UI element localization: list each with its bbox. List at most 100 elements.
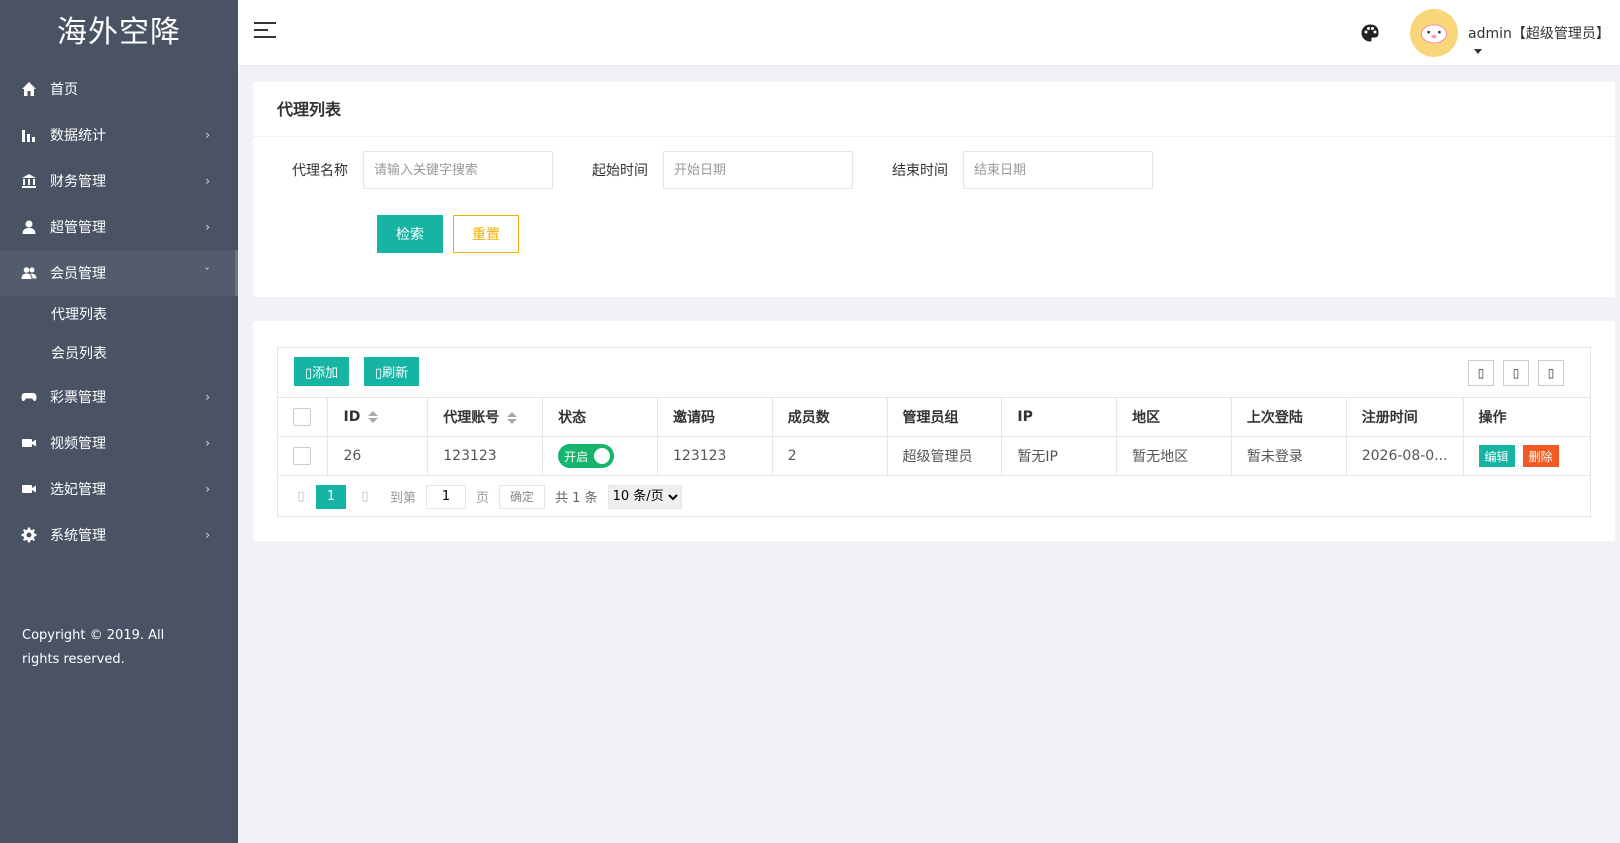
export-icon[interactable]: ▯ xyxy=(1503,360,1529,386)
cell-status: 开启 xyxy=(542,436,658,476)
sidebar-item-selection[interactable]: 选妃管理 › xyxy=(0,466,238,512)
sidebar-item-label: 数据统计 xyxy=(50,128,106,144)
cell-register-time: 2026-08-0... xyxy=(1346,436,1464,476)
sidebar-item-members[interactable]: 会员管理 ˇ xyxy=(0,250,238,296)
goto-confirm-button[interactable]: 确定 xyxy=(499,484,546,509)
user-name-label: admin【超级管理员】 xyxy=(1468,26,1610,42)
cell-actions: 编辑 删除 xyxy=(1463,436,1590,476)
column-header-invite-code: 邀请码 xyxy=(657,397,773,437)
cell-group: 超级管理员 xyxy=(887,436,1003,476)
search-button[interactable]: 检索 xyxy=(377,215,443,253)
row-checkbox[interactable] xyxy=(293,447,311,466)
sidebar-item-label: 首页 xyxy=(50,82,78,98)
start-date-input[interactable] xyxy=(663,151,853,189)
sidebar-item-lottery[interactable]: 彩票管理 › xyxy=(0,374,238,420)
user-menu[interactable]: admin【超级管理员】 xyxy=(1468,23,1620,59)
row-select-cell xyxy=(278,436,329,476)
form-field-start-date: 起始时间 xyxy=(553,151,853,189)
agent-name-input[interactable] xyxy=(363,151,553,189)
form-field-agent-name: 代理名称 xyxy=(253,151,553,189)
table-row: 26 123123 开启 123123 2 超级管理员 暂无IP 暂无地区 暂未… xyxy=(278,436,1590,476)
select-all-checkbox[interactable] xyxy=(293,408,311,426)
chevron-right-icon: › xyxy=(205,174,210,188)
sidebar-item-label: 系统管理 xyxy=(50,528,106,544)
sidebar-item-label: 超管管理 xyxy=(50,220,106,236)
add-button[interactable]: ▯添加 xyxy=(294,357,350,386)
chevron-right-icon: › xyxy=(205,482,210,496)
sidebar-item-superadmin[interactable]: 超管管理 › xyxy=(0,204,238,250)
toggle-knob xyxy=(594,448,611,465)
sort-icon[interactable] xyxy=(507,412,518,424)
chevron-right-icon: › xyxy=(205,436,210,450)
sidebar-item-label: 视频管理 xyxy=(50,436,106,452)
page-title: 代理列表 xyxy=(253,82,1615,137)
page-size-select[interactable]: 10 条/页 xyxy=(607,484,682,509)
chevron-right-icon: › xyxy=(205,128,210,142)
columns-filter-icon[interactable]: ▯ xyxy=(1468,360,1494,386)
cell-account: 123123 xyxy=(427,436,544,476)
reset-button[interactable]: 重置 xyxy=(453,215,519,253)
sidebar-subitem-members[interactable]: 会员列表 xyxy=(0,335,238,374)
data-table-container: ▯添加 ▯刷新 ▯ ▯ ▯ ID 代理账号 状态 邀请码 成员数 管理员组 IP… xyxy=(277,347,1591,517)
status-toggle[interactable]: 开启 xyxy=(558,444,615,469)
copyright-text: Copyright © 2019. All rights reserved. xyxy=(22,628,165,667)
agent-table: ID 代理账号 状态 邀请码 成员数 管理员组 IP 地区 上次登陆 注册时间 … xyxy=(278,397,1590,476)
total-count: 共 1 条 xyxy=(555,491,598,506)
sort-icon[interactable] xyxy=(368,411,379,423)
column-header-group: 管理员组 xyxy=(887,397,1003,437)
menu-toggle-icon[interactable] xyxy=(254,22,276,42)
sidebar-item-label: 财务管理 xyxy=(50,174,106,190)
gear-icon xyxy=(20,526,38,544)
goto-page-input[interactable] xyxy=(426,484,467,509)
goto-label: 到第 xyxy=(390,491,417,506)
refresh-label: 刷新 xyxy=(382,366,409,381)
sidebar-item-system[interactable]: 系统管理 › xyxy=(0,512,238,558)
sidebar-item-stats[interactable]: 数据统计 › xyxy=(0,112,238,158)
chevron-right-icon: › xyxy=(205,528,210,542)
top-header: admin【超级管理员】 xyxy=(238,0,1620,66)
column-header-status: 状态 xyxy=(542,397,658,437)
video-icon xyxy=(20,434,38,452)
sidebar-item-finance[interactable]: 财务管理 › xyxy=(0,158,238,204)
cell-ip: 暂无IP xyxy=(1001,436,1118,476)
refresh-button[interactable]: ▯刷新 xyxy=(364,357,420,386)
chevron-right-icon: › xyxy=(205,220,210,234)
page-unit-label: 页 xyxy=(476,491,490,506)
column-header-id[interactable]: ID xyxy=(327,397,429,437)
avatar[interactable] xyxy=(1410,9,1458,57)
end-date-input[interactable] xyxy=(963,151,1153,189)
page-number-current[interactable]: 1 xyxy=(316,484,346,509)
column-header-members: 成员数 xyxy=(772,397,888,437)
sidebar-item-label: 会员管理 xyxy=(50,266,106,282)
column-header-last-login: 上次登陆 xyxy=(1231,397,1347,437)
add-label: 添加 xyxy=(312,366,339,381)
chevron-right-icon: › xyxy=(205,390,210,404)
prev-page-icon[interactable]: ▯ xyxy=(294,489,308,504)
column-header-account[interactable]: 代理账号 xyxy=(427,397,544,437)
sidebar-item-label: 选妃管理 xyxy=(50,482,106,498)
gamepad-icon xyxy=(20,388,38,406)
sidebar-item-home[interactable]: 首页 xyxy=(0,66,238,112)
app-logo: 海外空降 xyxy=(57,15,181,50)
sidebar-subitem-agents[interactable]: 代理列表 xyxy=(0,296,238,335)
home-icon xyxy=(20,80,38,98)
sidebar-item-label: 彩票管理 xyxy=(50,390,106,406)
agent-name-label: 代理名称 xyxy=(292,163,348,179)
cell-members: 2 xyxy=(772,436,888,476)
users-icon xyxy=(20,264,38,282)
form-field-end-date: 结束时间 xyxy=(853,151,1153,189)
column-header-region: 地区 xyxy=(1116,397,1232,437)
select-all-cell xyxy=(278,397,329,437)
sidebar-item-videos[interactable]: 视频管理 › xyxy=(0,420,238,466)
cell-last-login: 暂未登录 xyxy=(1231,436,1347,476)
sidebar-submenu: 代理列表 会员列表 xyxy=(0,296,238,374)
delete-button[interactable]: 删除 xyxy=(1522,445,1559,468)
edit-button[interactable]: 编辑 xyxy=(1478,445,1515,468)
palette-icon[interactable] xyxy=(1360,23,1380,43)
print-icon[interactable]: ▯ xyxy=(1538,360,1564,386)
next-page-icon[interactable]: ▯ xyxy=(358,489,372,504)
search-card: 代理列表 代理名称 起始时间 结束时间 检索 重置 xyxy=(253,82,1615,297)
start-date-label: 起始时间 xyxy=(592,163,648,179)
bank-icon xyxy=(20,172,38,190)
cell-id: 26 xyxy=(327,436,429,476)
